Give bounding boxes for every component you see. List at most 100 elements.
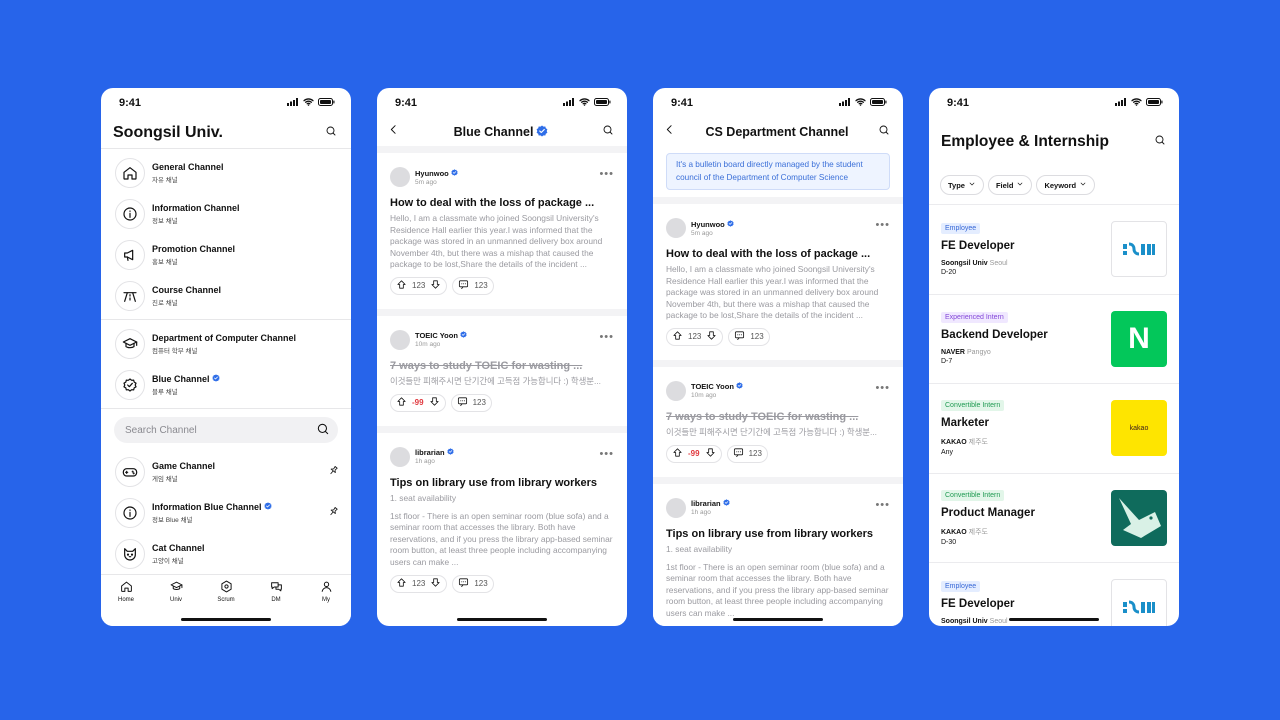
logo-text: N bbox=[1128, 321, 1150, 355]
comment-button[interactable]: 123 bbox=[452, 574, 494, 593]
comment-count: 123 bbox=[750, 332, 764, 342]
filter-field[interactable]: Field bbox=[987, 175, 1033, 195]
channel-text: Department of Computer Channel 컴퓨터 학부 채널 bbox=[152, 333, 339, 355]
pin-icon[interactable] bbox=[328, 504, 339, 522]
channel-item[interactable]: Department of Computer Channel 컴퓨터 학부 채널 bbox=[101, 323, 351, 364]
more-icon[interactable]: ••• bbox=[875, 499, 890, 511]
downvote-icon[interactable] bbox=[706, 330, 717, 343]
post-card[interactable]: TOEIC Yoon 10m ago ••• 7 ways to study TOEI… bbox=[377, 315, 627, 426]
back-arrow-icon[interactable] bbox=[663, 123, 676, 141]
vote-control: 123 bbox=[390, 574, 448, 593]
comment-button[interactable]: 123 bbox=[452, 276, 494, 295]
more-icon[interactable]: ••• bbox=[599, 168, 614, 180]
channel-name: Blue Channel bbox=[152, 374, 339, 384]
app-header: Employee & Internship bbox=[929, 118, 1179, 166]
logo-text: kakao bbox=[1129, 424, 1149, 432]
channel-item[interactable]: Information Channel 정보 채널 bbox=[101, 193, 351, 234]
job-card[interactable]: Experienced Intern Backend Developer NAVER… bbox=[929, 293, 1179, 384]
chevron-down-icon bbox=[1079, 180, 1087, 190]
post-body: 이것들만 피해주시면 단기간에 고득점 가능합니다 :) 학생분... bbox=[390, 375, 601, 386]
job-card[interactable]: Convertible Intern Product Manager KAKAO 제주… bbox=[929, 472, 1179, 563]
comment-button[interactable]: 123 bbox=[726, 444, 768, 463]
channel-name-text: General Channel bbox=[152, 161, 224, 172]
job-card[interactable]: EmployeeFE DeveloperSoongsil UnivSeoulD-… bbox=[929, 204, 1179, 294]
channel-item[interactable]: Promotion Channel 홍보 채널 bbox=[101, 234, 351, 275]
search-icon[interactable] bbox=[1154, 133, 1166, 151]
pin-icon[interactable] bbox=[328, 463, 339, 481]
badge-check-icon bbox=[115, 369, 145, 400]
job-role: Backend Developer bbox=[941, 329, 1048, 342]
post-subtitle: 1. seat availability bbox=[666, 543, 733, 554]
tab-label: Home bbox=[117, 597, 134, 603]
upvote-icon[interactable] bbox=[396, 279, 407, 292]
channel-name: General Channel bbox=[152, 162, 339, 172]
job-card[interactable]: EmployeeFE DeveloperSoongsil UnivSeoulD-… bbox=[929, 562, 1179, 626]
post-card[interactable]: Hyunwoo 5m ago ••• How to deal with the los… bbox=[653, 204, 903, 360]
downvote-icon[interactable] bbox=[430, 279, 441, 292]
phone-jobs: 9:41 Employee & Internship Type Field Keyw… bbox=[929, 88, 1179, 626]
author-info: TOEIC Yoon 10m ago bbox=[415, 331, 467, 348]
channel-item[interactable]: Blue Channel 블루 채널 bbox=[101, 364, 351, 405]
post-card[interactable]: librarian 1h ago ••• Tips on library use fr… bbox=[377, 432, 627, 607]
channel-item[interactable]: Course Channel 진로 채널 bbox=[101, 275, 351, 316]
search-icon[interactable] bbox=[878, 123, 890, 141]
verified-icon bbox=[460, 331, 467, 340]
tab-my[interactable]: My bbox=[306, 580, 346, 626]
search-icon[interactable] bbox=[316, 422, 330, 439]
status-bar: 9:41 bbox=[653, 88, 903, 118]
comment-button[interactable]: 123 bbox=[728, 327, 770, 346]
more-icon[interactable]: ••• bbox=[875, 219, 890, 231]
vote-control: 123 bbox=[666, 327, 724, 346]
divider bbox=[377, 146, 627, 153]
page-title: Blue Channel bbox=[454, 125, 549, 140]
company-line: KAKAO 제주도 bbox=[941, 527, 1035, 537]
more-icon[interactable]: ••• bbox=[599, 448, 614, 460]
post-card[interactable]: Hyunwoo 5m ago ••• How to deal with the los… bbox=[377, 153, 627, 309]
channel-name: Course Channel bbox=[152, 285, 339, 295]
downvote-icon[interactable] bbox=[430, 577, 441, 590]
downvote-icon[interactable] bbox=[705, 447, 716, 460]
page-title: Soongsil Univ. bbox=[113, 124, 223, 141]
comment-icon bbox=[457, 396, 468, 409]
channel-item[interactable]: Information Blue Channel 정보 Blue 채널 bbox=[101, 492, 351, 533]
vote-control: -99 bbox=[666, 444, 722, 463]
back-arrow-icon[interactable] bbox=[387, 123, 400, 141]
post-body: Hello, I am a classmate who joined Soong… bbox=[666, 264, 879, 321]
upvote-icon[interactable] bbox=[396, 396, 407, 409]
job-type-badge: Employee bbox=[941, 580, 981, 592]
upvote-icon[interactable] bbox=[396, 577, 407, 590]
filter-type[interactable]: Type bbox=[940, 175, 984, 195]
channel-subtitle: 고양이 채널 bbox=[152, 557, 184, 565]
filter-keyword[interactable]: Keyword bbox=[1036, 175, 1096, 195]
post-card[interactable]: librarian 1h ago ••• Tips on library use fr… bbox=[653, 483, 903, 626]
job-card[interactable]: Convertible Intern Marketer KAKAO 제주도 Any kak… bbox=[929, 383, 1179, 473]
filter-label: Field bbox=[995, 180, 1014, 190]
channel-item[interactable]: General Channel 자유 채널 bbox=[101, 152, 351, 193]
search-channel-input[interactable]: Search Channel bbox=[114, 417, 338, 443]
post-title: How to deal with the loss of package ... bbox=[390, 197, 595, 209]
channel-text: Course Channel 진로 채널 bbox=[152, 285, 339, 307]
channel-name: Promotion Channel bbox=[152, 244, 339, 254]
deadline: D-20 bbox=[941, 268, 957, 276]
search-icon[interactable] bbox=[325, 124, 337, 142]
tab-home[interactable]: Home bbox=[106, 580, 146, 626]
downvote-icon[interactable] bbox=[429, 396, 440, 409]
post-card[interactable]: TOEIC Yoon 10m ago ••• 7 ways to study TOEI… bbox=[653, 366, 903, 477]
more-icon[interactable]: ••• bbox=[599, 331, 614, 343]
upvote-icon[interactable] bbox=[672, 447, 683, 460]
hexagon-icon bbox=[220, 580, 233, 595]
post-time: 10m ago bbox=[415, 341, 441, 349]
author-info: Hyunwoo 5m ago bbox=[415, 169, 458, 186]
channel-text: Blue Channel 블루 채널 bbox=[152, 374, 339, 396]
upvote-icon[interactable] bbox=[672, 330, 683, 343]
post-author: Hyunwoo 5m ago bbox=[390, 153, 614, 195]
comment-button[interactable]: 123 bbox=[450, 393, 492, 412]
more-icon[interactable]: ••• bbox=[875, 382, 890, 394]
channel-item[interactable]: Cat Channel 고양이 채널 bbox=[101, 533, 351, 574]
search-icon[interactable] bbox=[602, 123, 614, 141]
channel-subtitle: 컴퓨터 학부 채널 bbox=[152, 347, 198, 355]
post-author: TOEIC Yoon 10m ago bbox=[390, 316, 614, 358]
post-body: 1st floor - There is an open seminar roo… bbox=[390, 510, 613, 567]
channel-item[interactable]: Game Channel 게임 채널 bbox=[101, 451, 351, 492]
status-icons bbox=[1115, 97, 1163, 109]
